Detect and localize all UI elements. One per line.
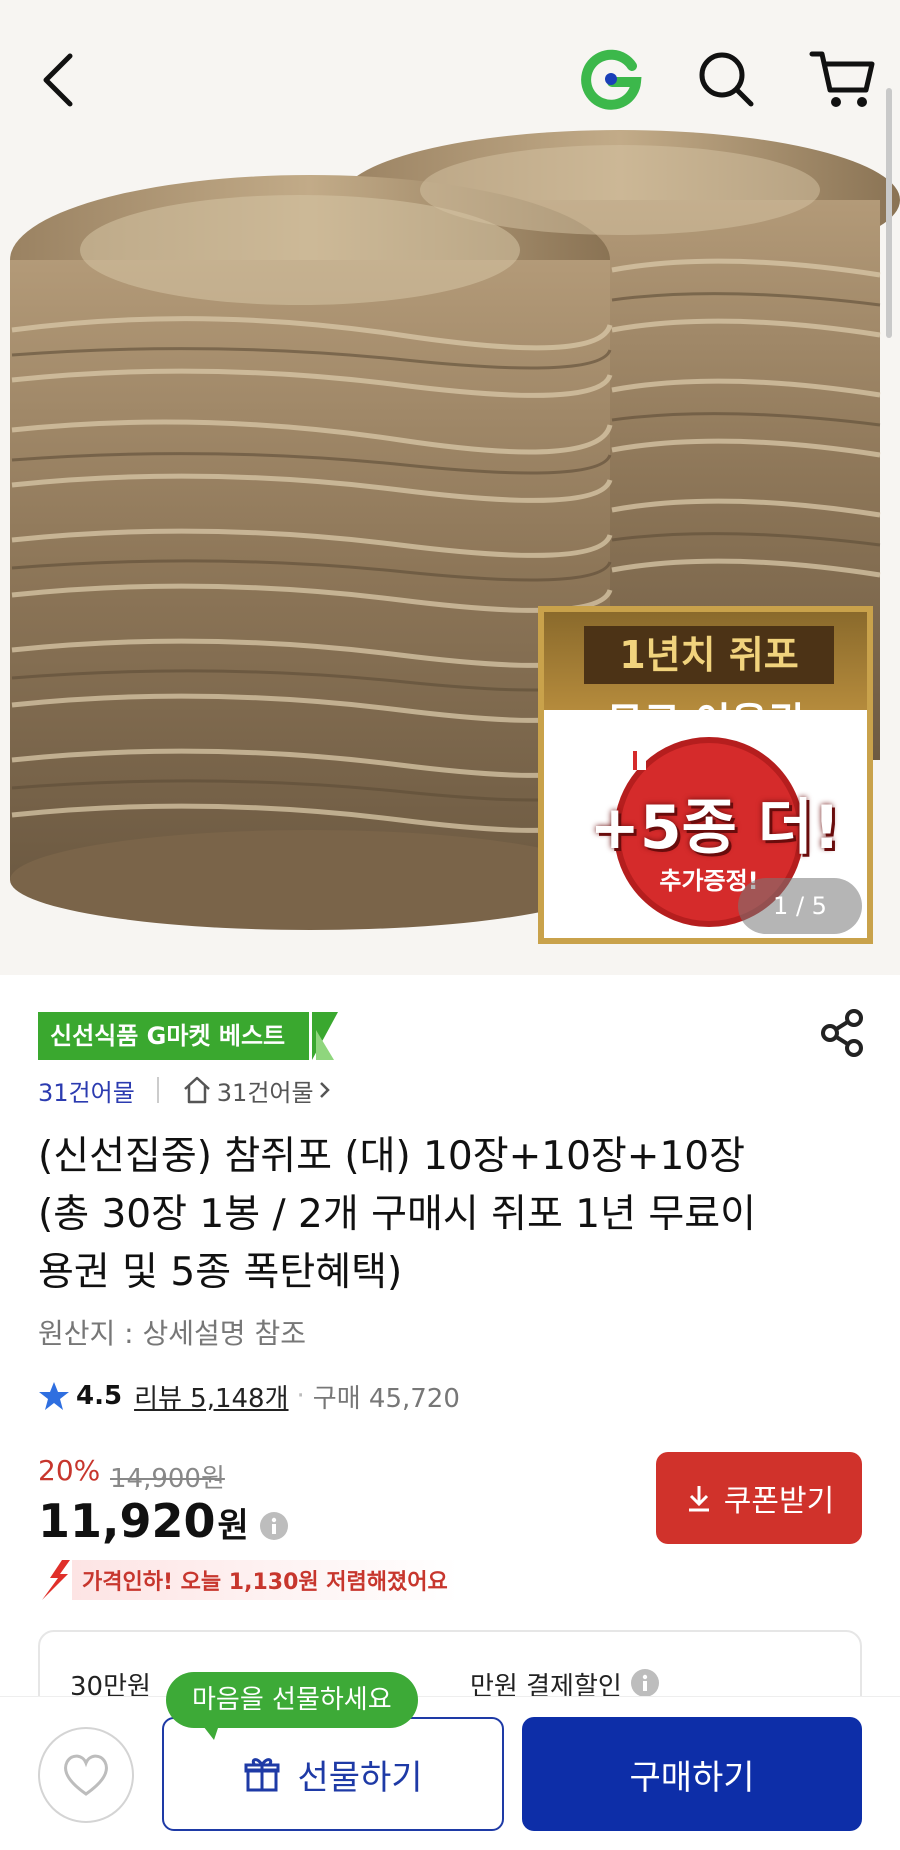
origin-info: 원산지 : 상세설명 참조 xyxy=(38,1317,306,1350)
gift-icon xyxy=(622,746,648,770)
gift-icon xyxy=(244,1758,280,1792)
gift-label: 선물하기 xyxy=(297,1758,423,1797)
wishlist-button[interactable] xyxy=(38,1727,134,1823)
arrow-down-icon xyxy=(42,1560,70,1600)
store-link[interactable]: 31건어물 xyxy=(181,1073,332,1108)
best-badge: 신선식품 G마켓 베스트 xyxy=(38,1012,310,1060)
rating-value: 4.5 xyxy=(76,1381,123,1411)
gift-tooltip: 마음을 선물하세요 xyxy=(166,1672,418,1728)
share-icon xyxy=(821,1009,863,1057)
share-button[interactable] xyxy=(818,1008,866,1058)
rating-row: 4.5 리뷰 5,148개 · 구매 45,720 xyxy=(38,1374,460,1418)
chevron-right-icon xyxy=(319,1082,330,1098)
info-icon[interactable] xyxy=(630,1668,660,1698)
store-link-label: 31건어물 xyxy=(216,1078,314,1107)
price-row: 11,920 원 xyxy=(38,1494,289,1548)
price-unit: 원 xyxy=(217,1506,249,1546)
divider xyxy=(156,1077,159,1103)
price-drop-text: 가격인하! 오늘 1,130원 저렴해졌어요 xyxy=(72,1560,458,1600)
image-pager: 1 / 5 xyxy=(738,878,862,934)
promo-line1: 1년치 쥐포 xyxy=(584,626,834,684)
reviews-link[interactable]: 리뷰 5,148개 xyxy=(134,1378,288,1415)
buy-label: 구매하기 xyxy=(629,1758,755,1797)
product-title: (신선집중) 참쥐포 (대) 10장+10장+10장 (총 30장 1봉 / 2… xyxy=(38,1134,757,1295)
search-icon xyxy=(699,52,754,107)
best-badge-accent xyxy=(316,1030,334,1060)
search-button[interactable] xyxy=(695,48,757,110)
g-logo-icon xyxy=(581,49,642,110)
back-button[interactable] xyxy=(30,40,90,120)
bottom-action-bar: 선물하기 구매하기 xyxy=(0,1696,900,1850)
original-price: 14,900원 xyxy=(110,1464,225,1494)
top-bar xyxy=(0,0,900,150)
promo-big-text: +5종 더! xyxy=(589,793,841,863)
seller-row: 31건어물 31건어물 xyxy=(38,1068,332,1112)
scrollbar[interactable] xyxy=(886,88,892,338)
home-button[interactable] xyxy=(580,48,642,110)
purchase-count: 구매 45,720 xyxy=(312,1383,460,1414)
star-icon xyxy=(39,1382,69,1410)
chevron-left-icon xyxy=(43,53,73,107)
price-drop-notice: 가격인하! 오늘 1,130원 저렴해졌어요 xyxy=(38,1560,458,1600)
info-icon[interactable] xyxy=(259,1511,289,1541)
coupon-button[interactable]: 쿠폰받기 xyxy=(656,1452,862,1544)
sale-price: 11,920 xyxy=(38,1494,216,1548)
gift-tooltip-tail xyxy=(200,1722,220,1740)
cart-button[interactable] xyxy=(808,44,878,114)
buy-button[interactable]: 구매하기 xyxy=(522,1717,862,1831)
home-icon xyxy=(183,1076,210,1104)
seller-name[interactable]: 31건어물 xyxy=(38,1073,135,1108)
coupon-label: 쿠폰받기 xyxy=(723,1485,835,1518)
heart-icon xyxy=(63,1754,109,1796)
download-icon xyxy=(688,1486,709,1512)
cart-icon xyxy=(809,51,875,107)
separator: · xyxy=(296,1381,305,1411)
discount-rate: 20% xyxy=(38,1454,101,1487)
